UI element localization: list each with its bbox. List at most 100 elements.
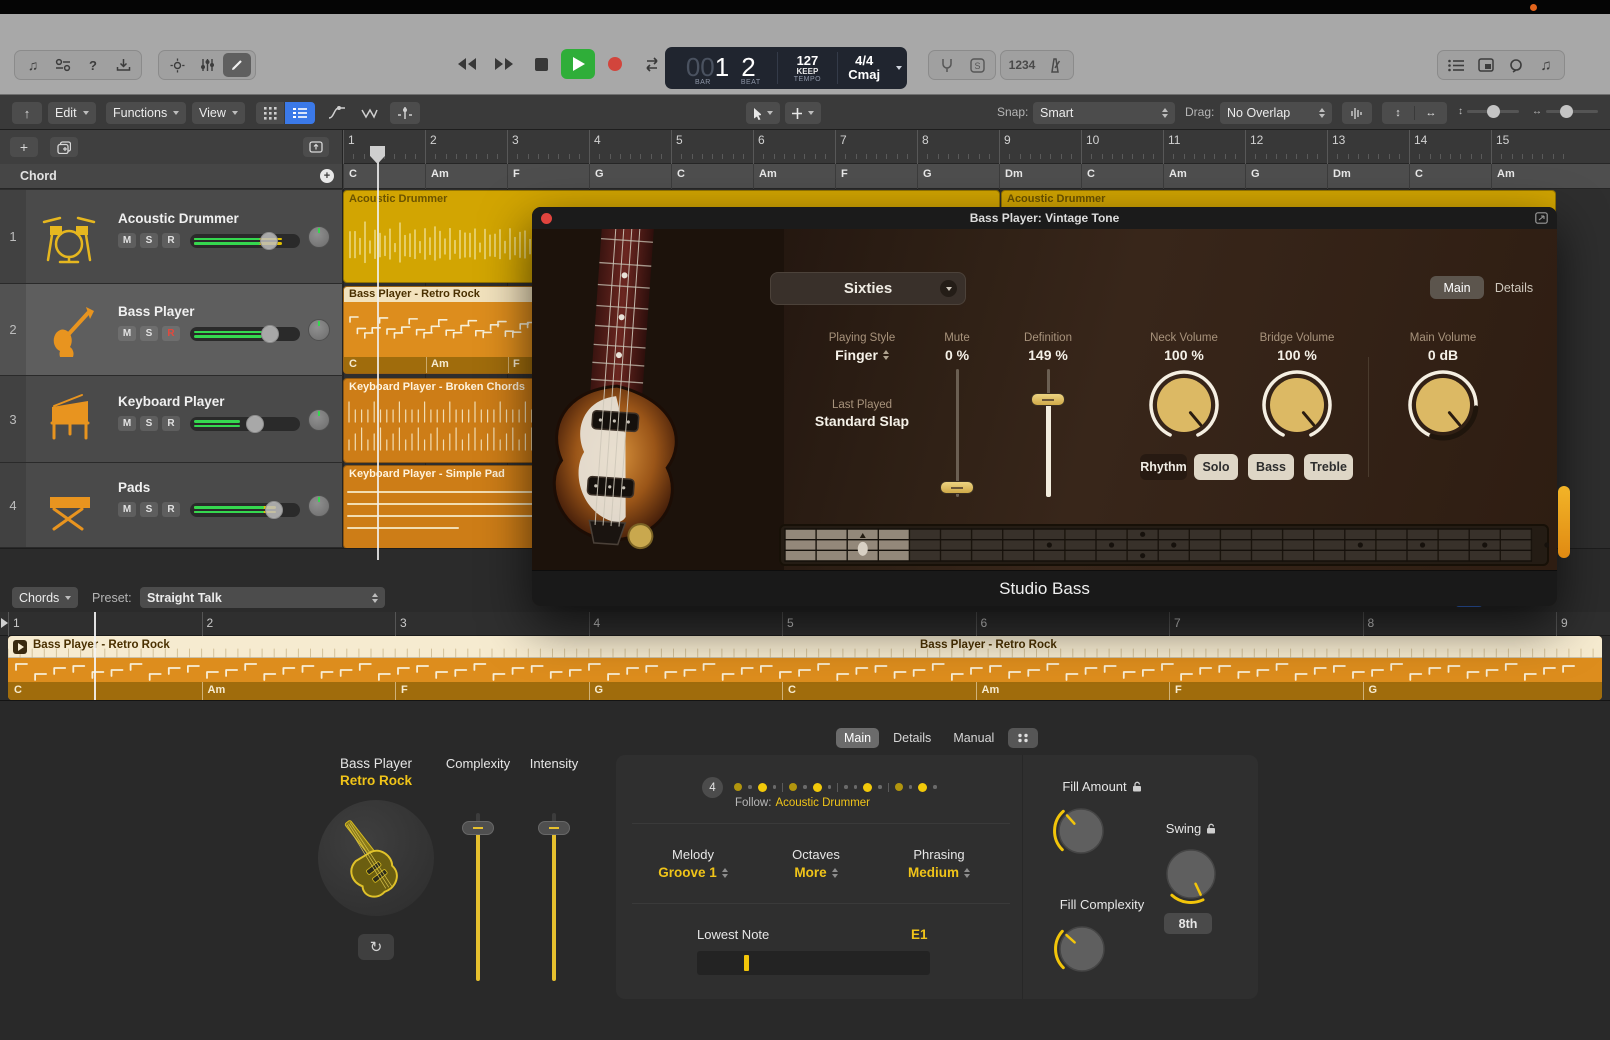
- track-header-config-icon[interactable]: [303, 137, 329, 157]
- chord-cell[interactable]: G: [1251, 168, 1260, 180]
- slider-handle[interactable]: [940, 481, 974, 494]
- ruler-bar-number[interactable]: 5: [676, 133, 683, 147]
- download-icon[interactable]: [109, 53, 137, 77]
- fill-complexity-knob[interactable]: [1052, 919, 1112, 979]
- vertical-scrollbar[interactable]: [1558, 486, 1570, 558]
- mute-slider[interactable]: [937, 369, 977, 497]
- ruler-bar-number[interactable]: 1: [348, 133, 355, 147]
- editor-chord-cell[interactable]: G: [1369, 684, 1378, 696]
- treble-tone-button[interactable]: Treble: [1304, 454, 1353, 480]
- link-icon[interactable]: [1535, 212, 1548, 224]
- volume-slider[interactable]: [190, 327, 300, 341]
- metronome-icon[interactable]: [1041, 53, 1069, 77]
- editor-bar-number[interactable]: 2: [207, 616, 214, 630]
- grid-view-icon[interactable]: [256, 102, 284, 124]
- param-melody[interactable]: Melody Groove 1: [638, 847, 748, 880]
- horizontal-zoom-slider[interactable]: ↔: [1532, 106, 1598, 117]
- ruler-bar-number[interactable]: 7: [840, 133, 847, 147]
- play-button[interactable]: [561, 49, 595, 79]
- slider-handle[interactable]: [462, 821, 494, 835]
- editor-chord-cell[interactable]: Am: [208, 684, 226, 696]
- intensity-slider[interactable]: [538, 813, 570, 981]
- functions-menu[interactable]: Functions: [106, 102, 186, 124]
- mixer-icon[interactable]: [193, 53, 221, 77]
- chord-cell[interactable]: Am: [431, 168, 449, 180]
- volume-handle[interactable]: [260, 232, 278, 250]
- count-in-button[interactable]: 1234: [1005, 53, 1039, 77]
- ruler-bar-number[interactable]: 3: [512, 133, 519, 147]
- lcd-tempo[interactable]: 127 KEEP TEMPO: [778, 47, 838, 89]
- swing-rate-button[interactable]: 8th: [1164, 913, 1212, 934]
- waveform-zoom-icon[interactable]: [1342, 102, 1372, 124]
- volume-slider[interactable]: [190, 417, 300, 431]
- follow-row[interactable]: Follow: Acoustic Drummer: [735, 797, 870, 809]
- pattern-dots[interactable]: [734, 779, 937, 795]
- editor-chord-cell[interactable]: C: [14, 684, 22, 696]
- solo-button[interactable]: S: [140, 502, 158, 517]
- lcd-signature[interactable]: 4/4 Cmaj: [838, 47, 890, 89]
- duplicate-track-button[interactable]: [50, 137, 78, 157]
- editor-play-marker[interactable]: [1, 618, 8, 628]
- note-pads-icon[interactable]: [1472, 53, 1500, 77]
- ruler-bar-number[interactable]: 9: [1004, 133, 1011, 147]
- record-button[interactable]: [598, 49, 632, 79]
- editor-bar-number[interactable]: 1: [13, 616, 20, 630]
- pan-knob[interactable]: [308, 495, 330, 517]
- solo-mode-icon[interactable]: S: [963, 53, 991, 77]
- chord-cell[interactable]: Am: [759, 168, 777, 180]
- quick-help-icon[interactable]: ♫: [19, 53, 47, 77]
- editor-bar-number[interactable]: 3: [400, 616, 407, 630]
- media-browser-icon[interactable]: ♫: [1532, 53, 1560, 77]
- lowest-note-slider[interactable]: [697, 951, 930, 975]
- chord-track-header[interactable]: Chord +: [0, 164, 343, 189]
- chord-cell[interactable]: C: [677, 168, 685, 180]
- plugin-preset-dropdown[interactable]: Sixties: [770, 272, 966, 305]
- ruler-bar-number[interactable]: 12: [1250, 133, 1263, 147]
- chord-cell[interactable]: C: [1415, 168, 1423, 180]
- mute-button[interactable]: M: [118, 502, 136, 517]
- complexity-slider[interactable]: [462, 813, 494, 981]
- playing-style-selector[interactable]: Finger: [802, 347, 922, 363]
- editor-chord-cell[interactable]: Am: [982, 684, 1000, 696]
- chord-cell[interactable]: G: [923, 168, 932, 180]
- record-enable-button[interactable]: R: [162, 326, 180, 341]
- editor-playhead[interactable]: [94, 612, 96, 700]
- solo-button[interactable]: S: [140, 416, 158, 431]
- pan-knob[interactable]: [308, 226, 330, 248]
- chords-selector[interactable]: Chords: [12, 587, 78, 608]
- lcd-brightness-icon[interactable]: [163, 53, 191, 77]
- mute-button[interactable]: M: [118, 416, 136, 431]
- help-icon[interactable]: ?: [79, 53, 107, 77]
- ruler-bar-number[interactable]: 4: [594, 133, 601, 147]
- param-octaves[interactable]: Octaves More: [761, 847, 871, 880]
- lcd-display[interactable]: 001 2 BAR BEAT 127 KEEP TEMPO 4/4 Cmaj: [665, 47, 907, 89]
- chord-cell[interactable]: Dm: [1333, 168, 1351, 180]
- list-view-icon[interactable]: [285, 102, 315, 124]
- horizontal-autozoom-icon[interactable]: ↔: [1415, 102, 1447, 124]
- preset-dropdown[interactable]: Straight Talk: [140, 587, 385, 608]
- loop-browser-icon[interactable]: [1502, 53, 1530, 77]
- track-row-3[interactable]: 3Keyboard PlayerMSR: [0, 376, 343, 463]
- volume-handle[interactable]: [261, 325, 279, 343]
- pointer-tool-menu[interactable]: [746, 102, 780, 124]
- forward-button[interactable]: [487, 49, 521, 79]
- vertical-autozoom-icon[interactable]: ↕: [1382, 102, 1414, 124]
- slider-handle[interactable]: [1031, 393, 1065, 406]
- editor-bar-number[interactable]: 9: [1561, 616, 1568, 630]
- stop-button[interactable]: [524, 49, 558, 79]
- ruler-bar-number[interactable]: 15: [1496, 133, 1509, 147]
- fill-amount-knob[interactable]: [1051, 801, 1111, 861]
- ruler-bar-number[interactable]: 14: [1414, 133, 1427, 147]
- snap-dropdown[interactable]: Smart: [1033, 102, 1175, 124]
- editor-chord-cell[interactable]: C: [788, 684, 796, 696]
- record-enable-button[interactable]: R: [162, 502, 180, 517]
- volume-slider[interactable]: [190, 234, 300, 248]
- view-menu[interactable]: View: [192, 102, 245, 124]
- close-window-icon[interactable]: [541, 213, 552, 224]
- mute-button[interactable]: M: [118, 233, 136, 248]
- neck-volume-knob[interactable]: [1146, 367, 1222, 443]
- editor-chord-cell[interactable]: G: [595, 684, 604, 696]
- ruler-bar-number[interactable]: 2: [430, 133, 437, 147]
- rewind-button[interactable]: [450, 49, 484, 79]
- flex-icon[interactable]: [390, 102, 420, 124]
